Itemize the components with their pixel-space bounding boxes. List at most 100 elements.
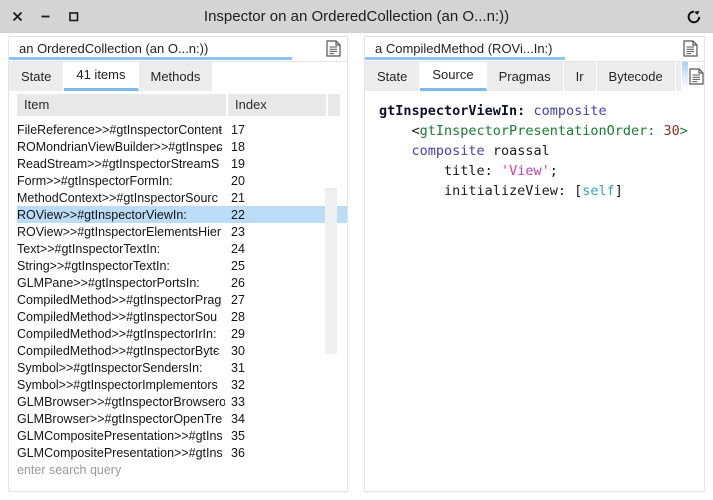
table-row[interactable]: ReadStream>>#gtInspectorStreamS 19 <box>17 155 347 172</box>
cell-index: 21 <box>231 190 245 205</box>
cell-index: 32 <box>231 377 245 392</box>
tab-state[interactable]: State <box>9 62 65 91</box>
cell-index: 35 <box>231 428 245 443</box>
column-header-filler <box>326 94 340 116</box>
refresh-icon[interactable] <box>685 8 703 26</box>
tab-pragmas[interactable]: Pragmas <box>486 62 564 91</box>
table-row[interactable]: GLMBrowser>>#gtInspectorBrowserᴏ 33 <box>17 393 347 410</box>
table-row[interactable]: ROView>>#gtInspectorElementsHier 23 <box>17 223 347 240</box>
tab-bytecode[interactable]: Bytecode <box>596 62 676 91</box>
cell-index: 27 <box>231 292 245 307</box>
table-row[interactable]: CompiledMethod>>#gtInspectorPraɡ 27 <box>17 291 347 308</box>
tab-methods[interactable]: Methods <box>138 62 214 91</box>
cell-index: 22 <box>231 207 245 222</box>
pragma-close-bracket: > <box>679 123 688 139</box>
window-title: Inspector on an OrderedCollection (an O.… <box>203 8 510 25</box>
cell-item: CompiledMethod>>#gtInspectorPraɡ <box>17 292 222 307</box>
right-pane-inner: a CompiledMethod (ROVi...In:) State Sour… <box>364 36 705 492</box>
cell-item: Symbol>>#gtInspectorImplementorѕ <box>17 377 218 392</box>
scrollbar-thumb[interactable] <box>325 191 337 354</box>
document-icon[interactable] <box>326 40 341 57</box>
cell-index: 18 <box>231 139 245 154</box>
breadcrumb-item-ordered-collection[interactable]: an OrderedCollection (an O...n:)) <box>9 37 292 60</box>
tab-state[interactable]: State <box>365 62 421 91</box>
cell-item: MethodContext>>#gtInspectorSourc <box>17 190 218 205</box>
cell-item: FileReference>>#gtInspectorContenŧ <box>17 122 222 137</box>
cell-item: GLMPane>>#gtInspectorPortsIn: <box>17 275 200 290</box>
pragma-value: 30 <box>663 123 680 139</box>
table-rows: FileReference>>#gtInspectorContenŧ 17 RO… <box>17 116 347 491</box>
cell-item: GLMBrowser>>#gtInspectorBrowserᴏ <box>17 394 225 409</box>
pragma-open-bracket: < <box>411 123 420 139</box>
cell-item: ROMondrianViewBuilder>>#gtInspeɕ <box>17 139 223 154</box>
code-keyword-title: title: <box>444 163 493 179</box>
left-tabstrip: State 41 items Methods <box>9 62 347 92</box>
cell-index: 28 <box>231 309 245 324</box>
cell-item: ROView>>#gtInspectorViewIn: <box>17 207 187 222</box>
left-tabstrip-spacer <box>213 62 347 91</box>
breadcrumb-item-compiled-method[interactable]: a CompiledMethod (ROVi...In:) <box>365 37 565 60</box>
cell-item: GLMBrowser>>#gtInspectorOpenTre <box>17 411 223 426</box>
cell-index: 33 <box>231 394 245 409</box>
search-input[interactable]: enter search query <box>17 461 347 480</box>
right-pane: a CompiledMethod (ROVi...In:) State Sour… <box>356 33 713 500</box>
code-receiver: composite <box>411 143 485 159</box>
left-pane-inner: an OrderedCollection (an O...n:)) State … <box>8 36 348 492</box>
code-line-2: <gtInspectorPresentationOrder: 30> <box>379 121 698 141</box>
cell-index: 36 <box>231 445 245 460</box>
tab-items[interactable]: 41 items <box>64 62 139 91</box>
document-icon[interactable] <box>689 62 704 91</box>
cell-item: CompiledMethod>>#gtInspectorIrIn: <box>17 326 217 341</box>
blank-mini-tab[interactable] <box>675 62 683 91</box>
table-row[interactable]: Symbol>>#gtInspectorImplementorѕ 32 <box>17 376 347 393</box>
code-line-3: composite roassal <box>379 141 698 161</box>
cell-index: 34 <box>231 411 245 426</box>
code-block-open: [ <box>574 183 583 199</box>
cell-item: ReadStream>>#gtInspectorStreamS <box>17 156 220 171</box>
tab-ir[interactable]: Ir <box>563 62 597 91</box>
column-header-index[interactable]: Index <box>228 94 326 116</box>
code-message: roassal <box>492 143 550 159</box>
table-header-row: Item Index <box>17 94 340 116</box>
table-row[interactable]: String>>#gtInspectorTextIn: 25 <box>17 257 347 274</box>
cell-index: 17 <box>231 122 245 137</box>
document-icon[interactable] <box>683 40 698 57</box>
table-row[interactable]: GLMCompositePresentation>>#gtInѕ 36 <box>17 444 347 461</box>
cell-index: 20 <box>231 173 245 188</box>
table-row[interactable]: MethodContext>>#gtInspectorSourc 21 <box>17 189 347 206</box>
tab-source[interactable]: Source <box>420 62 487 91</box>
cell-item: GLMCompositePresentation>>#gtInѕ <box>17 428 223 443</box>
cell-item: Symbol>>#gtInspectorSendersIn: <box>17 360 203 375</box>
method-selector: gtInspectorViewIn: <box>379 103 526 119</box>
right-breadcrumb: a CompiledMethod (ROVi...In:) <box>365 37 704 62</box>
column-header-item[interactable]: Item <box>17 94 228 116</box>
source-code-editor[interactable]: gtInspectorViewIn: composite <gtInspecto… <box>365 91 704 491</box>
cell-index: 26 <box>231 275 245 290</box>
table-row[interactable]: CompiledMethod>>#gtInspectorIrIn: 29 <box>17 325 347 342</box>
code-keyword-initialize-view: initializeView: <box>444 183 566 199</box>
pragma-keyword: gtInspectorPresentationOrder: <box>419 123 656 139</box>
table-row[interactable]: GLMBrowser>>#gtInspectorOpenTre 34 <box>17 410 347 427</box>
table-row[interactable]: ROMondrianViewBuilder>>#gtInspeɕ 18 <box>17 138 347 155</box>
code-line-5: initializeView: [self] <box>379 181 698 201</box>
panes-container: an OrderedCollection (an O...n:)) State … <box>0 33 713 500</box>
table-row[interactable]: CompiledMethod>>#gtInspectorBytє 30 <box>17 342 347 359</box>
table-row[interactable]: GLMCompositePresentation>>#gtInѕ 35 <box>17 427 347 444</box>
table-row[interactable]: FileReference>>#gtInspectorContenŧ 17 <box>17 121 347 138</box>
table-row[interactable]: Form>>#gtInspectorFormIn: 20 <box>17 172 347 189</box>
table-row[interactable]: CompiledMethod>>#gtInspectorSou 28 <box>17 308 347 325</box>
cell-index: 24 <box>231 241 245 256</box>
cell-index: 19 <box>231 156 245 171</box>
table-row-selected[interactable]: ROView>>#gtInspectorViewIn: 22 <box>17 206 347 223</box>
left-breadcrumb: an OrderedCollection (an O...n:)) <box>9 37 347 62</box>
table-row[interactable]: Text>>#gtInspectorTextIn: 24 <box>17 240 347 257</box>
inspector-window: Inspector on an OrderedCollection (an O.… <box>0 0 713 500</box>
table-row[interactable]: Symbol>>#gtInspectorSendersIn: 31 <box>17 359 347 376</box>
right-tabstrip: State Source Pragmas Ir Bytecode <box>365 62 704 92</box>
table-row[interactable]: GLMPane>>#gtInspectorPortsIn: 26 <box>17 274 347 291</box>
thumbnail-mini-tab[interactable] <box>682 62 689 91</box>
vertical-scrollbar[interactable] <box>325 191 337 491</box>
cell-index: 31 <box>231 360 245 375</box>
cell-item: GLMCompositePresentation>>#gtInѕ <box>17 445 223 460</box>
left-pane: an OrderedCollection (an O...n:)) State … <box>0 33 356 500</box>
